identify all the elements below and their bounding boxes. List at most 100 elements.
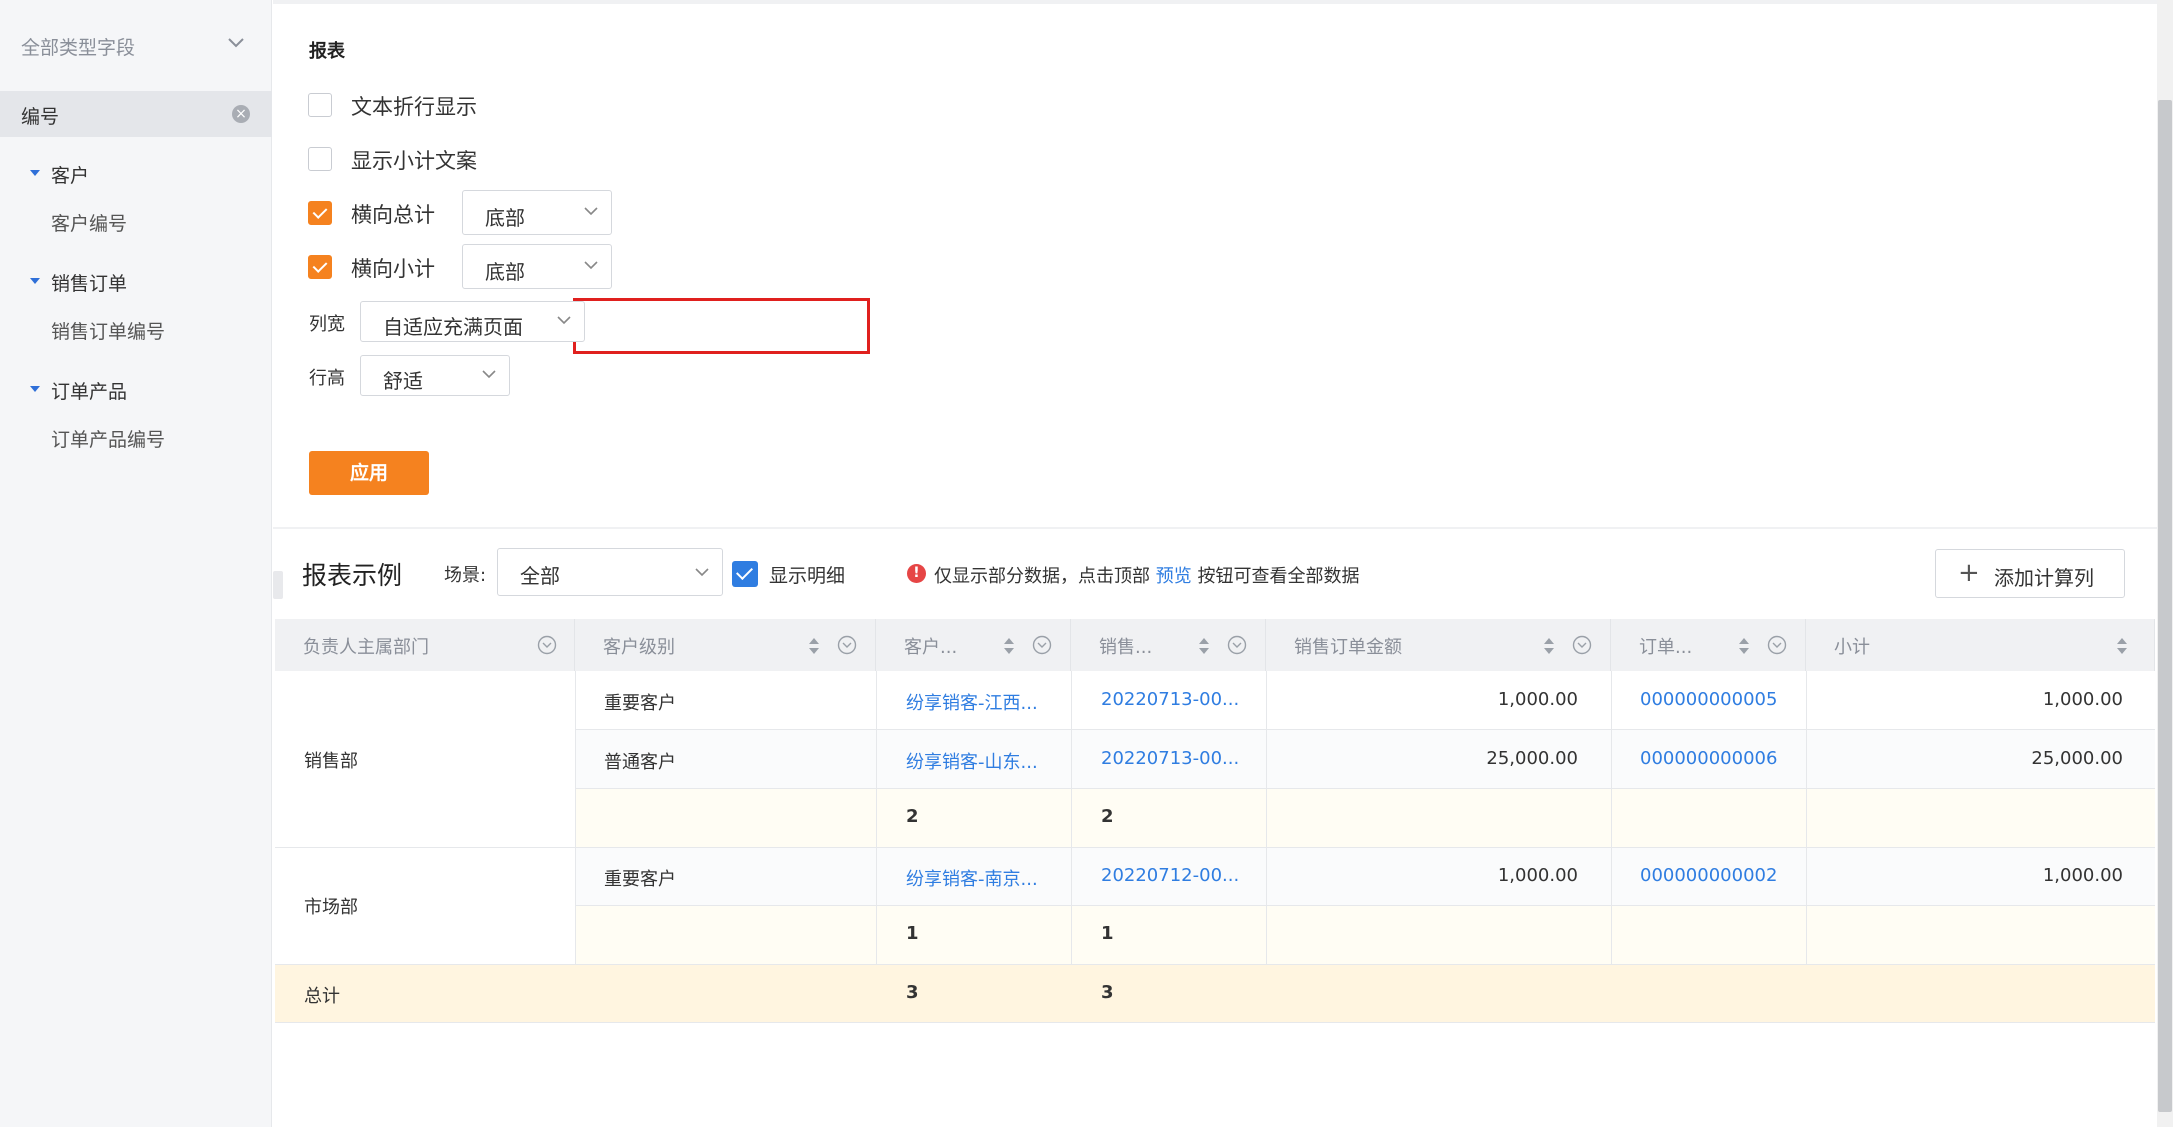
scene-select[interactable]: 全部 bbox=[497, 548, 723, 596]
chevron-down-icon bbox=[482, 370, 496, 379]
column-header-label: 订单... bbox=[1639, 637, 1693, 658]
alert-icon: ! bbox=[907, 564, 926, 583]
selected-field-label: 编号 bbox=[21, 106, 60, 128]
subtotal-cell: 25,000.00 bbox=[2031, 748, 2123, 769]
column-header[interactable]: 订单... bbox=[1611, 619, 1806, 671]
selected-field[interactable]: 编号 × bbox=[0, 91, 272, 137]
product-link[interactable]: 000000000006 bbox=[1640, 748, 1777, 769]
count-cell: 1 bbox=[906, 923, 919, 944]
product-link[interactable]: 000000000005 bbox=[1640, 689, 1777, 710]
column-header[interactable]: 客户... bbox=[876, 619, 1071, 671]
sort-icon[interactable] bbox=[1738, 637, 1750, 655]
row-height-select[interactable]: 舒适 bbox=[360, 355, 510, 396]
info-message: 仅显示部分数据，点击顶部 预览 按钮可查看全部数据 bbox=[934, 562, 1359, 588]
table-row bbox=[575, 671, 2155, 729]
show-subtotal-text-label: 显示小计文案 bbox=[351, 149, 477, 173]
column-width-label: 列宽 bbox=[309, 314, 345, 335]
sidebar-group-order-product[interactable]: 订单产品 bbox=[51, 377, 127, 404]
amount-cell: 1,000.00 bbox=[1497, 689, 1578, 710]
subtotal-cell: 1,000.00 bbox=[2042, 689, 2123, 710]
sort-icon[interactable] bbox=[2116, 637, 2128, 655]
horizontal-subtotal-select[interactable]: 底部 bbox=[462, 244, 612, 289]
show-detail-checkbox[interactable] bbox=[732, 561, 758, 587]
order-link[interactable]: 20220712-00... bbox=[1101, 865, 1239, 886]
order-link[interactable]: 20220713-00... bbox=[1101, 748, 1239, 769]
column-header[interactable]: 销售订单金额 bbox=[1266, 619, 1611, 671]
column-header-label: 负责人主属部门 bbox=[303, 637, 429, 658]
sidebar-item-sales-order-id[interactable]: 销售订单编号 bbox=[51, 317, 165, 344]
grid-line bbox=[275, 964, 2155, 965]
caret-down-icon[interactable] bbox=[30, 386, 40, 392]
horizontal-subtotal-checkbox[interactable] bbox=[308, 255, 332, 279]
grid-line bbox=[1266, 671, 1267, 964]
filter-icon[interactable] bbox=[1572, 635, 1592, 655]
column-header[interactable]: 销售... bbox=[1071, 619, 1266, 671]
filter-icon[interactable] bbox=[1032, 635, 1052, 655]
field-type-select[interactable]: 全部类型字段 bbox=[0, 18, 272, 70]
scrollbar-thumb[interactable] bbox=[2158, 100, 2172, 1112]
sidebar-group-sales-order[interactable]: 销售订单 bbox=[51, 269, 127, 296]
field-type-select-value: 全部类型字段 bbox=[21, 37, 136, 59]
chevron-down-icon bbox=[584, 207, 598, 216]
chevron-down-icon bbox=[584, 261, 598, 270]
column-header-label: 销售... bbox=[1099, 637, 1153, 658]
info-prefix: 仅显示部分数据，点击顶部 bbox=[934, 566, 1150, 587]
order-link[interactable]: 20220713-00... bbox=[1101, 689, 1239, 710]
sidebar-item-order-product-id[interactable]: 订单产品编号 bbox=[51, 425, 165, 452]
caret-down-icon[interactable] bbox=[30, 278, 40, 284]
section-divider bbox=[273, 527, 2157, 529]
filter-icon[interactable] bbox=[1767, 635, 1787, 655]
resize-handle[interactable] bbox=[273, 571, 283, 599]
row-height-value: 舒适 bbox=[383, 369, 423, 393]
sort-icon[interactable] bbox=[1543, 637, 1555, 655]
column-width-value: 自适应充满页面 bbox=[383, 315, 523, 339]
grid-line bbox=[575, 671, 576, 964]
preview-link[interactable]: 预览 bbox=[1156, 566, 1192, 587]
customer-link[interactable]: 纷享销客-南京... bbox=[906, 865, 1038, 891]
filter-icon[interactable] bbox=[837, 635, 857, 655]
subtotal-row bbox=[575, 788, 2155, 847]
column-header[interactable]: 客户级别 bbox=[575, 619, 876, 671]
count-cell: 2 bbox=[906, 806, 919, 827]
show-subtotal-text-checkbox[interactable] bbox=[308, 147, 332, 171]
chevron-down-icon bbox=[695, 568, 709, 577]
apply-button[interactable]: 应用 bbox=[309, 451, 429, 495]
total-label: 总计 bbox=[304, 986, 340, 1007]
horizontal-total-label: 横向总计 bbox=[351, 203, 435, 227]
column-header[interactable]: 小计 bbox=[1806, 619, 2155, 671]
filter-icon[interactable] bbox=[537, 635, 557, 655]
dept-cell: 市场部 bbox=[304, 897, 358, 918]
caret-down-icon[interactable] bbox=[30, 170, 40, 176]
count-cell: 2 bbox=[1101, 806, 1114, 827]
column-header-label: 客户级别 bbox=[603, 637, 675, 658]
grid-line bbox=[1071, 671, 1072, 964]
wrap-text-checkbox[interactable] bbox=[308, 93, 332, 117]
column-header[interactable]: 负责人主属部门 bbox=[275, 619, 575, 671]
sidebar-item-customer-id[interactable]: 客户编号 bbox=[51, 209, 127, 236]
level-cell: 重要客户 bbox=[604, 693, 676, 714]
horizontal-total-checkbox[interactable] bbox=[308, 201, 332, 225]
sort-icon[interactable] bbox=[1198, 637, 1210, 655]
grid-line bbox=[575, 905, 2155, 906]
filter-icon[interactable] bbox=[1227, 635, 1247, 655]
plus-icon: + bbox=[1958, 558, 1980, 588]
customer-link[interactable]: 纷享销客-山东... bbox=[906, 748, 1038, 774]
grid-line bbox=[876, 671, 877, 964]
column-header-label: 客户... bbox=[904, 637, 958, 658]
subtotal-cell: 1,000.00 bbox=[2042, 865, 2123, 886]
chevron-down-icon bbox=[228, 38, 244, 48]
product-link[interactable]: 000000000002 bbox=[1640, 865, 1777, 886]
total-count-cell: 3 bbox=[906, 982, 919, 1003]
horizontal-total-select[interactable]: 底部 bbox=[462, 190, 612, 235]
grid-line bbox=[1611, 671, 1612, 964]
clear-icon[interactable]: × bbox=[232, 105, 250, 123]
customer-link[interactable]: 纷享销客-江西... bbox=[906, 689, 1038, 715]
column-header-label: 小计 bbox=[1834, 637, 1870, 658]
grid-line bbox=[575, 788, 2155, 789]
sidebar-group-customer[interactable]: 客户 bbox=[51, 161, 89, 188]
column-width-select[interactable]: 自适应充满页面 bbox=[360, 301, 585, 342]
add-calculated-column-button[interactable]: + 添加计算列 bbox=[1935, 549, 2125, 598]
grid-line bbox=[575, 729, 2155, 730]
sort-icon[interactable] bbox=[1003, 637, 1015, 655]
sort-icon[interactable] bbox=[808, 637, 820, 655]
